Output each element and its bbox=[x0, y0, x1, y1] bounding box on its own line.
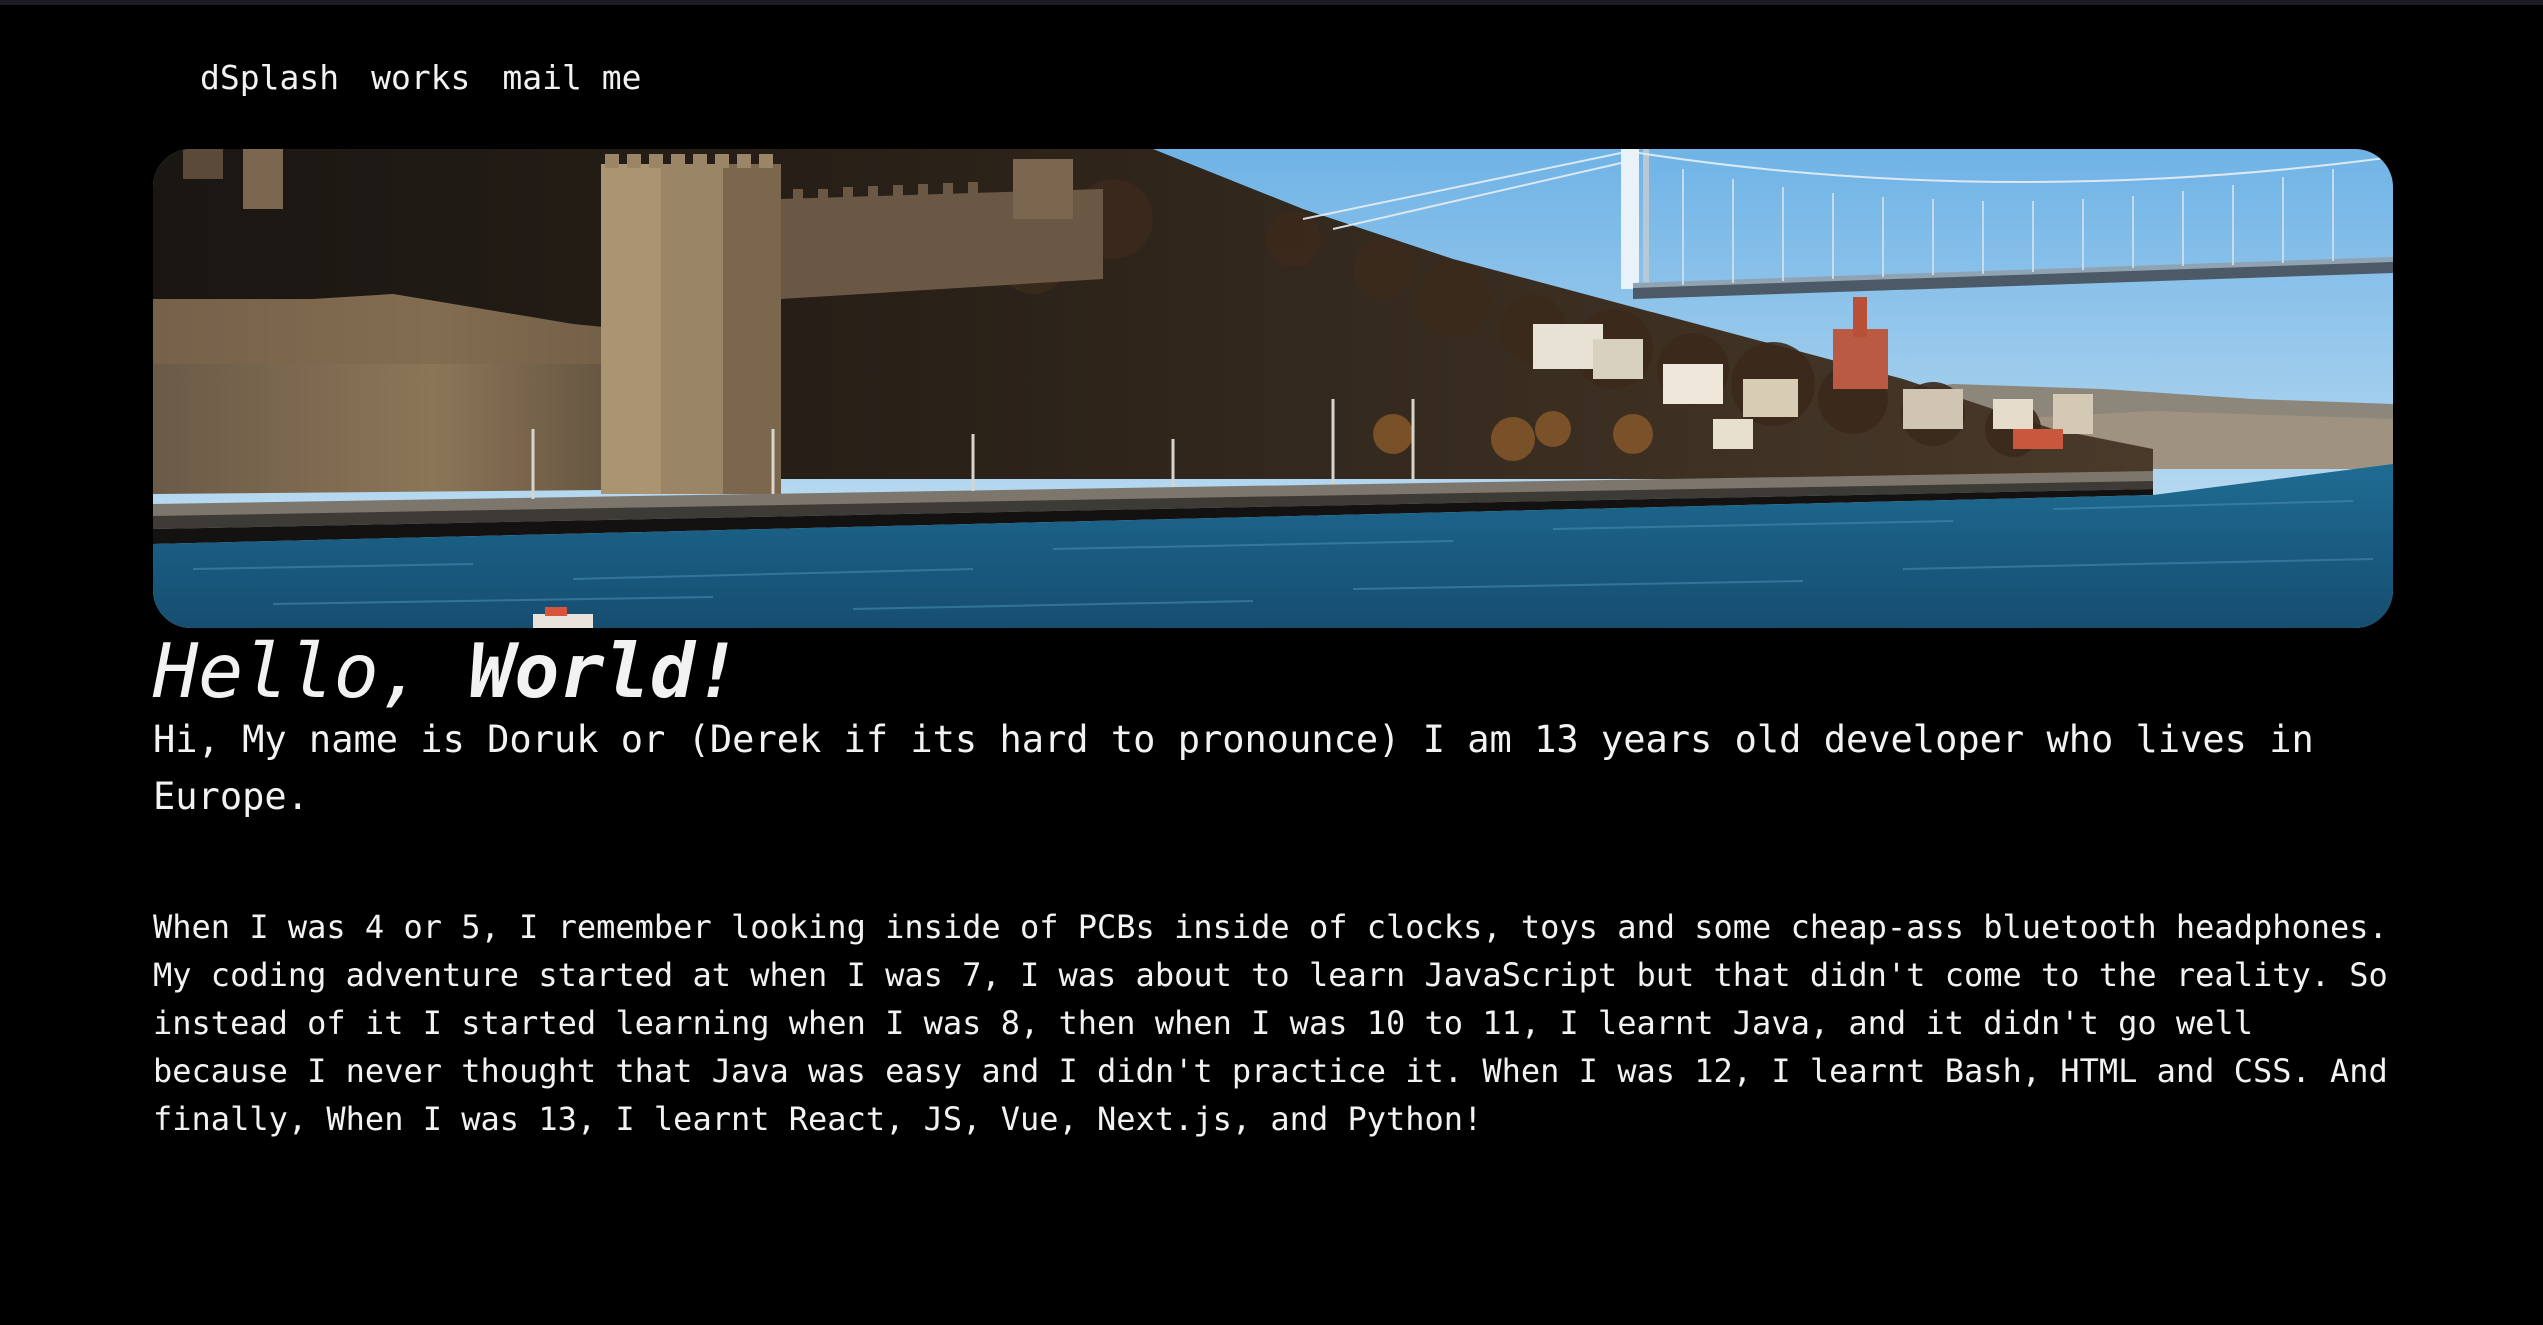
nav-link-works[interactable]: works bbox=[371, 56, 470, 100]
hero-heading: Hello, World! bbox=[153, 625, 740, 717]
intro-paragraph: Hi, My name is Doruk or (Derek if its ha… bbox=[153, 718, 2314, 818]
top-nav: dSplash works mail me bbox=[200, 56, 642, 100]
nav-link-mail-me[interactable]: mail me bbox=[502, 56, 641, 100]
nav-link-dsplash[interactable]: dSplash bbox=[200, 56, 339, 100]
hero-banner-image bbox=[153, 149, 2393, 628]
heading-regular: Hello, bbox=[153, 627, 470, 715]
top-border bbox=[0, 0, 2543, 5]
heading-bold: World! bbox=[469, 627, 741, 715]
story-paragraph: When I was 4 or 5, I remember looking in… bbox=[153, 908, 2388, 1138]
